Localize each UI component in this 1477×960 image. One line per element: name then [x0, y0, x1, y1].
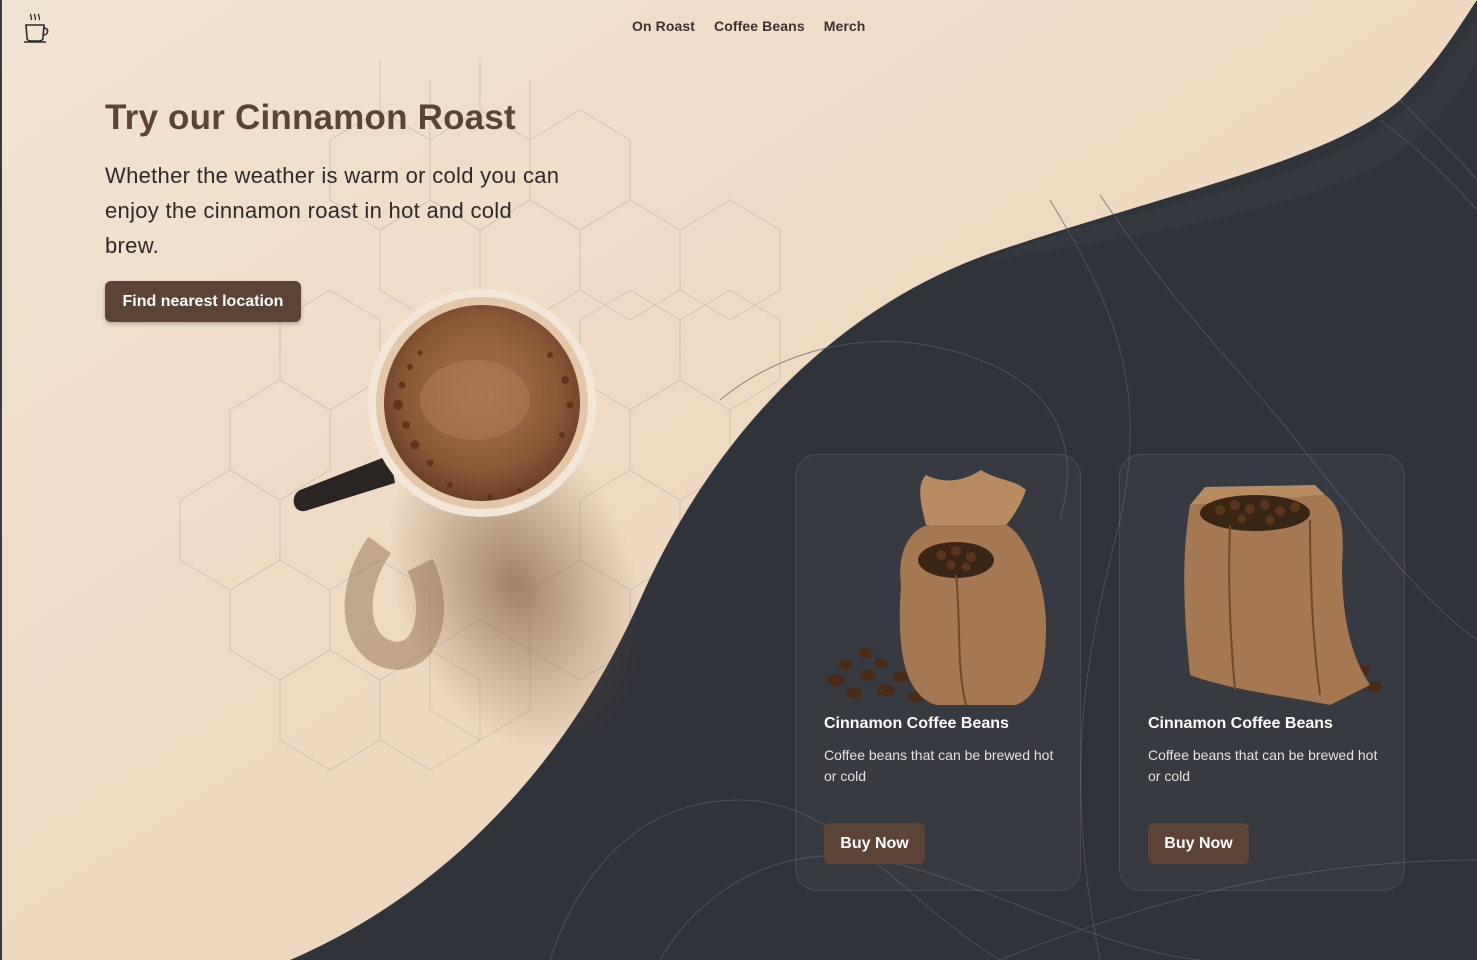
nav-coffee-beans[interactable]: Coffee Beans: [714, 18, 805, 34]
coffee-bag-image: [1184, 485, 1382, 705]
hero-text: Whether the weather is warm or cold you …: [105, 163, 560, 258]
nav-merch[interactable]: Merch: [824, 18, 866, 34]
window-edge: [0, 0, 2, 960]
coffee-bag-image: [827, 470, 1046, 706]
buy-now-button[interactable]: Buy Now: [824, 823, 925, 864]
product-card: Cinnamon Coffee Beans Coffee beans that …: [795, 454, 1081, 891]
product-description: Coffee beans that can be brewed hot or c…: [824, 747, 1054, 784]
coffee-cup-icon[interactable]: [22, 12, 52, 44]
top-nav: On Roast Coffee Beans Merch: [632, 18, 865, 34]
coffee-cup-image: [293, 289, 642, 745]
product-title: Cinnamon Coffee Beans: [1148, 715, 1333, 732]
buy-now-button[interactable]: Buy Now: [1148, 823, 1249, 864]
product-description: Coffee beans that can be brewed hot or c…: [1148, 747, 1378, 784]
nav-on-roast[interactable]: On Roast: [632, 18, 695, 34]
hero-title: Try our Cinnamon Roast: [105, 98, 516, 137]
product-card: Cinnamon Coffee Beans Coffee beans that …: [1119, 454, 1405, 891]
product-title: Cinnamon Coffee Beans: [824, 715, 1009, 732]
